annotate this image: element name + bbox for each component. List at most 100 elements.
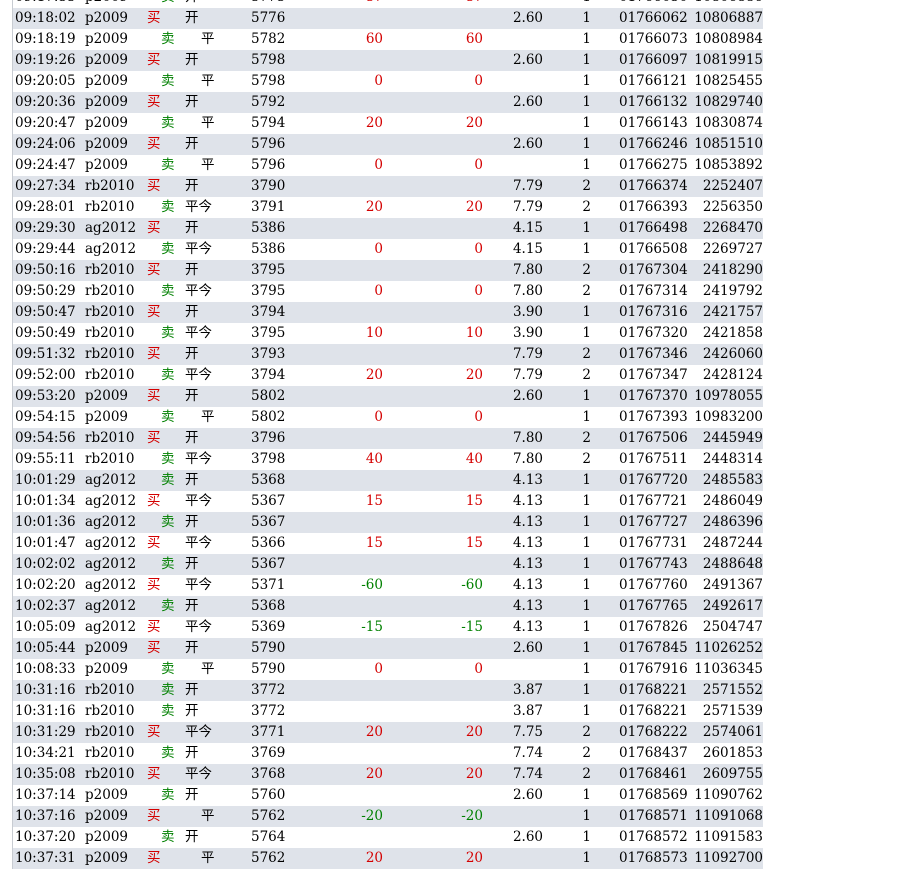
table-row[interactable]: 09:52:00 rb2010 卖平今 3794 20 20 7.79 2 01767347 24… bbox=[13, 365, 763, 386]
direction-label: 买 bbox=[147, 535, 161, 551]
table-row[interactable]: 10:02:20 ag2012 买 平今 5371 -60 -60 4.13 1 01767760… bbox=[13, 575, 763, 596]
direction-label: 买 bbox=[147, 346, 161, 362]
direction-label: 买 bbox=[147, 850, 161, 866]
commission bbox=[485, 155, 543, 176]
table-row[interactable]: 09:50:49 rb2010 卖平今 3795 10 10 3.90 1 01767320 24… bbox=[13, 323, 763, 344]
close-profit-by-trade: 40 bbox=[465, 451, 483, 467]
table-row[interactable]: 09:28:01 rb2010 卖平今 3791 20 20 7.79 2 01766393 22… bbox=[13, 197, 763, 218]
trade-price: 5790 bbox=[251, 661, 286, 677]
table-row[interactable]: 09:50:47 rb2010 买 开 3794 3.90 1 01767316 2421757 bbox=[13, 302, 763, 323]
table-row[interactable]: 10:01:36 ag2012 卖开 5367 4.13 1 01767727 2486396 bbox=[13, 512, 763, 533]
table-row[interactable]: 10:01:34 ag2012 买 平今 5367 15 15 4.13 1 01767721 24… bbox=[13, 491, 763, 512]
table-row[interactable]: 10:37:16 p2009 买 平 5762 -20 -20 1 01768571 110910… bbox=[13, 806, 763, 827]
trade-quantity: 1 bbox=[582, 157, 591, 173]
close-profit bbox=[313, 680, 383, 701]
order-number: 01768437 bbox=[619, 745, 688, 761]
order-number: 01767765 bbox=[619, 598, 688, 614]
trade-price: 5371 bbox=[251, 577, 286, 593]
close-profit-by-trade bbox=[413, 680, 483, 701]
trade-number: 2428124 bbox=[702, 367, 763, 383]
table-row[interactable]: 09:53:20 p2009 买 开 5802 2.60 1 01767370 10978055 bbox=[13, 386, 763, 407]
trade-price: 3771 bbox=[251, 724, 286, 740]
trade-price: 5790 bbox=[251, 640, 286, 656]
table-row[interactable]: 10:37:31 p2009 买 平 5762 20 20 1 01768573 11092700 bbox=[13, 848, 763, 869]
order-number: 01766073 bbox=[619, 31, 688, 47]
trade-price: 3795 bbox=[251, 325, 286, 341]
table-row[interactable]: 09:29:30 ag2012 买 开 5386 4.15 1 01766498 2268470 bbox=[13, 218, 763, 239]
trade-time: 10:31:16 bbox=[15, 682, 76, 698]
table-row[interactable]: 10:02:02 ag2012 卖开 5367 4.13 1 01767743 2488648 bbox=[13, 554, 763, 575]
close-profit-by-trade: -20 bbox=[461, 808, 483, 824]
trade-price: 5368 bbox=[251, 598, 286, 614]
order-number: 01768569 bbox=[619, 787, 688, 803]
trade-number: 2448314 bbox=[702, 451, 763, 467]
table-row[interactable]: 09:19:26 p2009 买 开 5798 2.60 1 01766097 10819915 bbox=[13, 50, 763, 71]
table-row[interactable]: 09:18:02 p2009 买 开 5776 2.60 1 01766062 10806887 bbox=[13, 8, 763, 29]
table-row[interactable]: 09:50:16 rb2010 买 开 3795 7.80 2 01767304 2418290 bbox=[13, 260, 763, 281]
contract-code: ag2012 bbox=[85, 619, 137, 635]
table-row[interactable]: 09:24:06 p2009 买 开 5796 2.60 1 01766246 10851510 bbox=[13, 134, 763, 155]
trade-price: 5802 bbox=[251, 388, 286, 404]
table-row[interactable]: 09:55:11 rb2010 卖平今 3798 40 40 7.80 2 01767511 24… bbox=[13, 449, 763, 470]
table-row[interactable]: 09:24:47 p2009 卖 平 5796 0 0 1 01766275 10853892 bbox=[13, 155, 763, 176]
close-profit-by-trade bbox=[413, 701, 483, 722]
trade-price: 3772 bbox=[251, 703, 286, 719]
direction-label: 卖 bbox=[161, 598, 175, 614]
direction-label: 买 bbox=[147, 94, 161, 110]
direction-label: 买 bbox=[147, 766, 161, 782]
trade-price: 5798 bbox=[251, 52, 286, 68]
trade-quantity: 1 bbox=[582, 52, 591, 68]
table-row[interactable]: 10:01:47 ag2012 买 平今 5366 15 15 4.13 1 01767731 24… bbox=[13, 533, 763, 554]
commission: 4.13 bbox=[512, 514, 543, 530]
table-row[interactable]: 10:35:08 rb2010 买 平今 3768 20 20 7.74 2 01768461 26… bbox=[13, 764, 763, 785]
commission: 4.13 bbox=[512, 619, 543, 635]
table-row[interactable]: 09:54:15 p2009 卖 平 5802 0 0 1 01767393 10983200 bbox=[13, 407, 763, 428]
commission: 4.13 bbox=[512, 598, 543, 614]
close-profit-by-trade: 0 bbox=[474, 157, 483, 173]
table-row[interactable]: 10:08:33 p2009 卖 平 5790 0 0 1 01767916 11036345 bbox=[13, 659, 763, 680]
table-row[interactable]: 09:54:56 rb2010 买 开 3796 7.80 2 01767506 2445949 bbox=[13, 428, 763, 449]
table-row[interactable]: 09:20:36 p2009 买 开 5792 2.60 1 01766132 10829740 bbox=[13, 92, 763, 113]
table-row[interactable]: 09:29:44 ag2012 卖平今 5386 0 0 4.15 1 01766508 2269… bbox=[13, 239, 763, 260]
table-row[interactable]: 09:20:47 p2009 卖 平 5794 20 20 1 01766143 10830874 bbox=[13, 113, 763, 134]
contract-code: rb2010 bbox=[85, 430, 135, 446]
table-row[interactable]: 10:34:21 rb2010 卖开 3769 7.74 2 01768437 2601853 bbox=[13, 743, 763, 764]
close-profit bbox=[313, 512, 383, 533]
order-number: 01766050 bbox=[619, 0, 688, 8]
trade-quantity: 2 bbox=[582, 367, 591, 383]
trade-number: 2492617 bbox=[702, 598, 763, 614]
table-row[interactable]: 09:17:55 p2009 卖 开 5775 57 57 1 01766050 10806886 bbox=[13, 0, 763, 8]
close-profit: 40 bbox=[365, 451, 383, 467]
table-row[interactable]: 09:20:05 p2009 卖 平 5798 0 0 1 01766121 10825455 bbox=[13, 71, 763, 92]
commission: 2.60 bbox=[512, 787, 543, 803]
contract-code: p2009 bbox=[85, 10, 128, 26]
trade-time: 10:02:20 bbox=[15, 577, 76, 593]
trade-quantity: 1 bbox=[582, 640, 591, 656]
open-close-label: 平今 bbox=[185, 619, 212, 635]
table-row[interactable]: 10:37:20 p2009 卖开 5764 2.60 1 01768572 11091583 bbox=[13, 827, 763, 848]
table-row[interactable]: 09:51:32 rb2010 买 开 3793 7.79 2 01767346 2426060 bbox=[13, 344, 763, 365]
contract-code: p2009 bbox=[85, 388, 128, 404]
open-close-label: 开 bbox=[185, 52, 199, 68]
table-row[interactable]: 10:05:44 p2009 买 开 5790 2.60 1 01767845 11026252 bbox=[13, 638, 763, 659]
commission: 3.90 bbox=[512, 304, 543, 320]
table-row[interactable]: 10:37:14 p2009 卖开 5760 2.60 1 01768569 11090762 bbox=[13, 785, 763, 806]
table-row[interactable]: 10:01:29 ag2012 卖开 5368 4.13 1 01767720 2485583 bbox=[13, 470, 763, 491]
close-profit-by-trade: 0 bbox=[474, 241, 483, 257]
table-row[interactable]: 09:50:29 rb2010 卖平今 3795 0 0 7.80 2 01767314 2419… bbox=[13, 281, 763, 302]
close-profit: 0 bbox=[374, 73, 383, 89]
close-profit-by-trade: 20 bbox=[465, 199, 483, 215]
table-row[interactable]: 09:27:34 rb2010 买 开 3790 7.79 2 01766374 2252407 bbox=[13, 176, 763, 197]
open-close-label: 开 bbox=[185, 220, 199, 236]
table-row[interactable]: 10:05:09 ag2012 买 平今 5369 -15 -15 4.13 1 01767826… bbox=[13, 617, 763, 638]
table-row[interactable]: 10:31:29 rb2010 买 平今 3771 20 20 7.75 2 01768222 25… bbox=[13, 722, 763, 743]
trade-time: 09:18:19 bbox=[15, 31, 76, 47]
table-row[interactable]: 10:31:16 rb2010 卖开 3772 3.87 1 01768221 2571552 bbox=[13, 680, 763, 701]
close-profit-by-trade bbox=[413, 638, 483, 659]
table-row[interactable]: 09:18:19 p2009 卖 平 5782 60 60 1 01766073 10808984 bbox=[13, 29, 763, 50]
open-close-label: 开 bbox=[185, 430, 199, 446]
table-row[interactable]: 10:02:37 ag2012 卖开 5368 4.13 1 01767765 2492617 bbox=[13, 596, 763, 617]
table-row[interactable]: 10:31:16 rb2010 卖开 3772 3.87 1 01768221 2571539 bbox=[13, 701, 763, 722]
close-profit-by-trade bbox=[413, 470, 483, 491]
commission: 3.87 bbox=[512, 703, 543, 719]
